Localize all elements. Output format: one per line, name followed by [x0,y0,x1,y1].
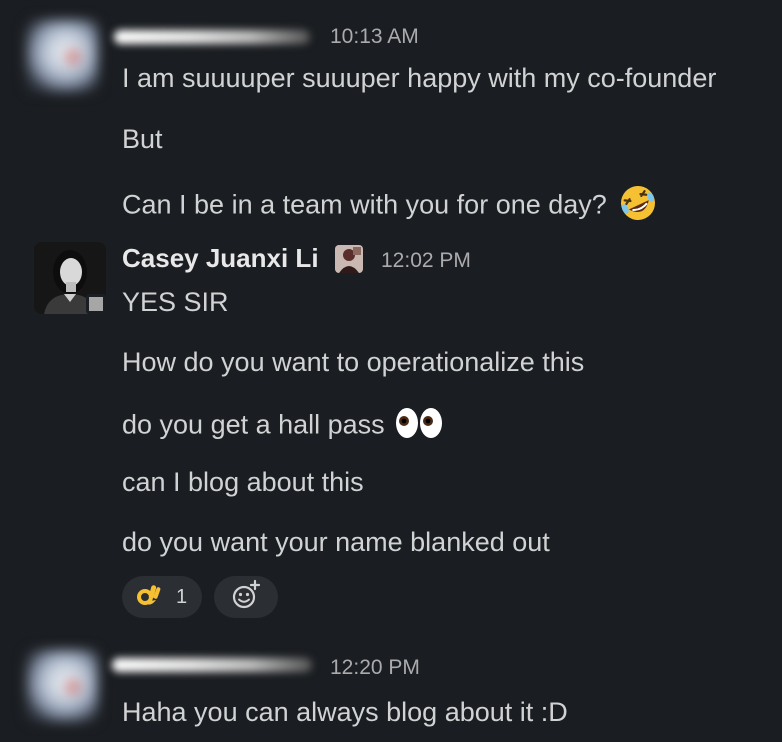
message-text: do you get a hall pass [122,409,385,440]
message-line: YES SIR [122,287,229,317]
message-timestamp[interactable]: 12:02 PM [381,249,471,273]
eyes-icon [394,406,444,447]
message-line: do you get a hall pass [122,406,444,447]
reaction-chip[interactable]: 1 [122,576,202,618]
add-reaction-button[interactable] [214,576,278,618]
ok-hand-icon [136,582,162,613]
avatar-blurred[interactable] [26,650,98,722]
message-line: can I blog about this [122,467,364,497]
presence-indicator [86,294,106,314]
message-timestamp[interactable]: 10:13 AM [330,25,419,49]
rolling-on-floor-laughing-icon [618,183,658,230]
add-emoji-icon [230,579,262,616]
message-line: Haha you can always blog about it :D [122,697,568,727]
status-emoji-icon[interactable] [335,245,363,273]
author-name[interactable]: Casey Juanxi Li [122,243,319,274]
message-line: do you want your name blanked out [122,527,550,557]
reaction-count: 1 [176,585,188,608]
message-line: How do you want to operationalize this [122,347,585,377]
message-timestamp[interactable]: 12:20 PM [330,656,420,680]
author-name-blurred[interactable] [112,658,312,672]
message-line: I am suuuuper suuuper happy with my co-f… [122,63,717,93]
message-line: Can I be in a team with you for one day? [122,183,658,230]
message-line: But [122,124,163,154]
author-name-blurred[interactable] [114,30,310,44]
avatar-blurred[interactable] [26,20,98,92]
message-text: Can I be in a team with you for one day? [122,189,607,220]
